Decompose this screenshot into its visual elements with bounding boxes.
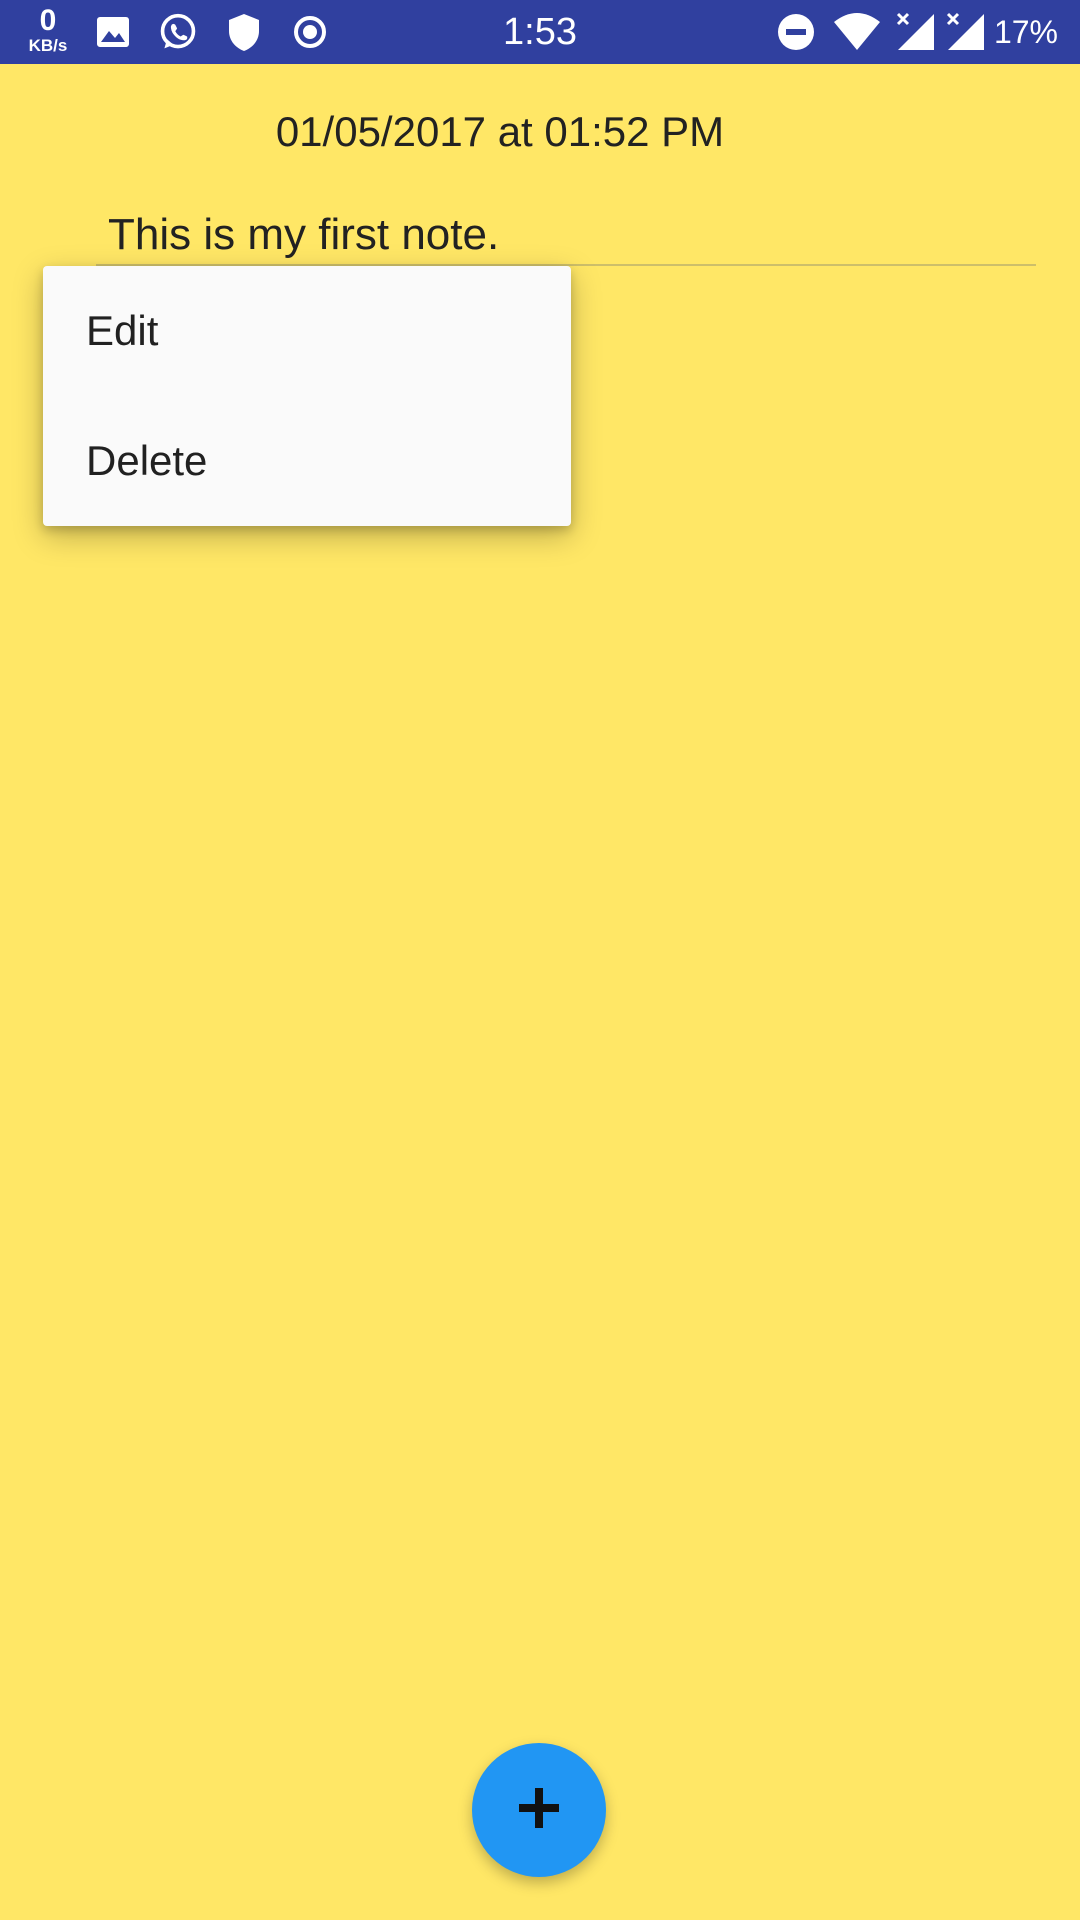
network-speed-unit: KB/s — [28, 36, 68, 55]
note-text[interactable]: This is my first note. — [108, 210, 499, 260]
network-speed-value: 0 — [39, 4, 57, 37]
do-not-disturb-icon — [776, 12, 816, 52]
battery-level: 17% — [993, 14, 1058, 50]
plus-icon — [517, 1786, 561, 1835]
context-menu: Edit Delete — [43, 266, 571, 526]
record-icon — [290, 12, 330, 52]
add-note-button[interactable] — [472, 1743, 606, 1877]
signal-no-service-icon — [894, 12, 936, 52]
menu-item-edit[interactable]: Edit — [43, 266, 571, 396]
shield-icon — [226, 12, 262, 52]
note-date: 01/05/2017 at 01:52 PM — [275, 108, 725, 155]
app-screen: 0 KB/s 1:53 17% 01/05/2017 at 01:52 PM T… — [0, 0, 1080, 1920]
status-bar: 0 KB/s 1:53 17% — [0, 0, 1080, 64]
whatsapp-icon — [156, 12, 200, 52]
wifi-icon — [832, 12, 882, 52]
network-speed-indicator: 0 KB/s — [20, 4, 76, 55]
menu-item-delete[interactable]: Delete — [43, 396, 571, 526]
signal-no-service-icon — [944, 12, 986, 52]
gallery-icon — [96, 12, 130, 52]
